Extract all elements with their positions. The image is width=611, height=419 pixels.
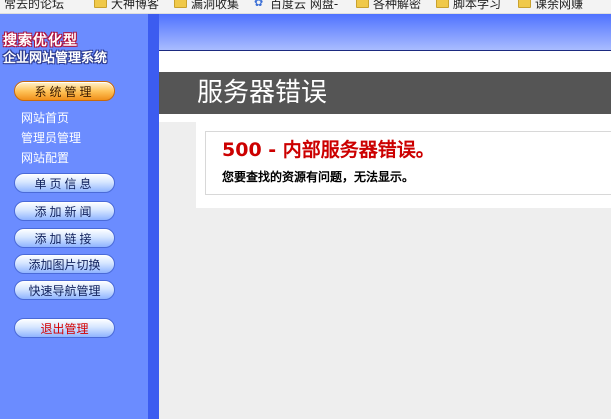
bookmark-loudong[interactable]: 漏洞收集 xyxy=(174,0,239,11)
bookmark-0-label: 常去的论坛 xyxy=(4,0,65,11)
folder-icon xyxy=(174,0,187,8)
sidebar-divider xyxy=(148,14,159,419)
sidebar-link-admins[interactable]: 管理员管理 xyxy=(21,129,81,146)
bookmark-6-label: 课余网赚 xyxy=(535,0,584,11)
system-management-button[interactable]: 系统管理 xyxy=(14,81,115,101)
bookmarks-bar: 常去的论坛 大神博客 漏洞收集 ✿ 百度云 网盘- 各种解密 脚本学习 课余网赚 xyxy=(0,0,611,14)
quick-nav-button[interactable]: 快速导航管理 xyxy=(14,280,115,300)
bookmark-changqu[interactable]: 常去的论坛 xyxy=(4,0,64,11)
add-slideshow-button[interactable]: 添加图片切换 xyxy=(14,254,115,274)
bookmark-2-label: 漏洞收集 xyxy=(191,0,240,11)
error-message: 您要查找的资源有问题，无法显示。 xyxy=(222,170,415,184)
folder-icon xyxy=(436,0,449,8)
single-page-button[interactable]: 单页信息 xyxy=(14,173,115,193)
sidebar-link-home[interactable]: 网站首页 xyxy=(21,109,69,126)
sidebar-link-config[interactable]: 网站配置 xyxy=(21,149,69,166)
folder-icon xyxy=(518,0,531,8)
bookmark-3-label: 百度云 网盘- xyxy=(270,0,339,11)
bookmark-baiduyun[interactable]: ✿ 百度云 网盘- xyxy=(254,0,338,11)
bookmark-jiemi[interactable]: 各种解密 xyxy=(356,0,421,11)
add-link-button[interactable]: 添加链接 xyxy=(14,228,115,248)
add-news-button[interactable]: 添加新闻 xyxy=(14,201,115,221)
folder-icon xyxy=(94,0,107,8)
folder-icon xyxy=(356,0,369,8)
bookmark-jiaoben[interactable]: 脚本学习 xyxy=(436,0,501,11)
site-logo: 搜索优化型 企业网站管理系统 xyxy=(0,14,148,66)
bookmark-5-label: 脚本学习 xyxy=(453,0,502,11)
error-title: 500 - 内部服务器错误。 xyxy=(222,139,435,161)
bookmark-wangzhuan[interactable]: 课余网赚 xyxy=(518,0,583,11)
bookmark-1-label: 大神博客 xyxy=(111,0,160,11)
logout-button[interactable]: 退出管理 xyxy=(14,318,115,338)
top-banner xyxy=(159,14,611,50)
error-page-header: 服务器错误 xyxy=(159,72,611,114)
bookmark-4-label: 各种解密 xyxy=(373,0,422,11)
baidu-paw-icon: ✿ xyxy=(254,0,264,9)
logo-subtitle: 企业网站管理系统 xyxy=(3,51,108,66)
bookmark-dashen[interactable]: 大神博客 xyxy=(94,0,159,11)
